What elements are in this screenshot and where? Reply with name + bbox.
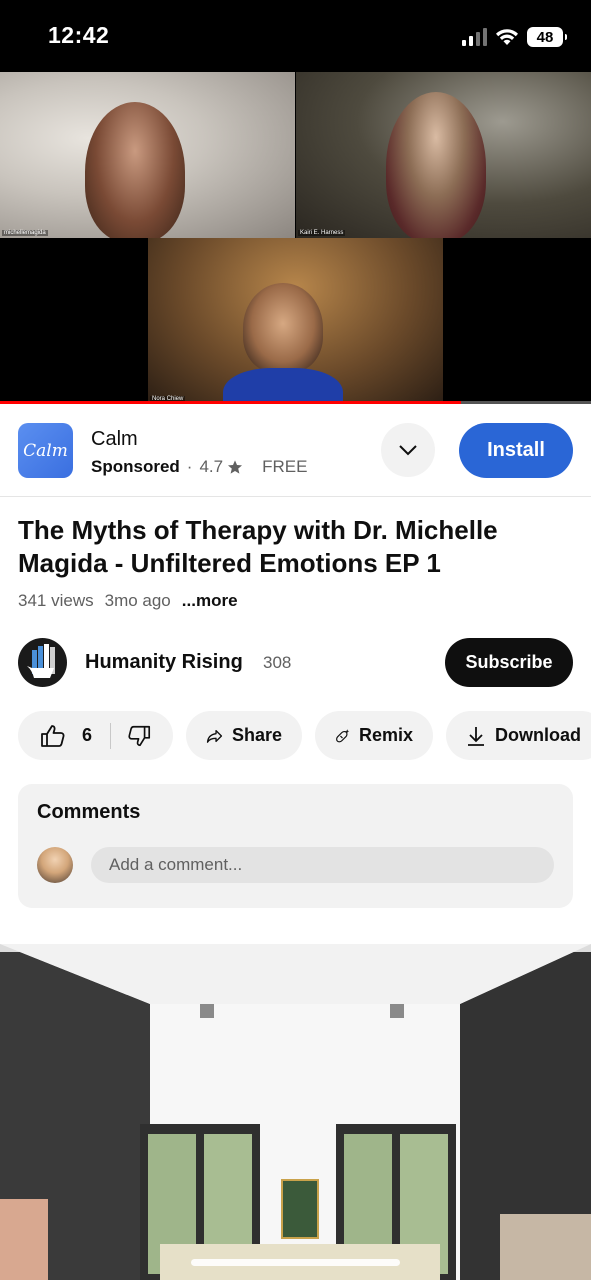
- upload-age: 3mo ago: [104, 591, 171, 610]
- ad-price: FREE: [262, 457, 308, 476]
- status-icons: 48: [462, 25, 567, 49]
- thumbs-up-icon: [41, 724, 65, 747]
- calm-app-logo[interactable]: Calm: [18, 423, 73, 478]
- user-avatar: [37, 847, 73, 883]
- share-button[interactable]: Share: [186, 711, 302, 760]
- thumbs-down-icon[interactable]: [127, 724, 151, 748]
- ad-meta: Sponsored · 4.7 FREE: [91, 457, 307, 477]
- sponsored-label: Sponsored: [91, 457, 180, 476]
- status-bar: 12:42 48: [0, 0, 591, 72]
- share-label: Share: [231, 725, 282, 745]
- video-meta[interactable]: 341 views 3mo ago ...more: [18, 591, 238, 611]
- kitchen-illustration: [0, 944, 591, 1280]
- view-count: 341 views: [18, 591, 94, 610]
- channel-row: Humanity Rising 308 Subscribe: [0, 636, 591, 690]
- separator-dot: ·: [186, 457, 193, 476]
- comments-title: Comments: [37, 801, 141, 823]
- sponsored-ad-card[interactable]: Calm Calm Sponsored · 4.7 FREE Install: [0, 404, 591, 497]
- more-link[interactable]: ...more: [182, 591, 238, 611]
- battery-indicator: 48: [527, 27, 567, 47]
- participant-tile: Kairi E. Harness: [296, 72, 591, 238]
- like-count: 6: [82, 725, 93, 745]
- ad-app-name[interactable]: Calm: [91, 428, 138, 451]
- ad-image[interactable]: [0, 944, 591, 1280]
- chevron-down-icon: [399, 445, 417, 456]
- action-bar: 6 Share Remix Download: [18, 711, 591, 760]
- remix-label: Remix: [358, 725, 413, 745]
- video-title[interactable]: The Myths of Therapy with Dr. Michelle M…: [18, 514, 568, 580]
- cellular-signal-icon: [462, 28, 487, 46]
- channel-avatar[interactable]: [18, 638, 67, 687]
- participant-tile: Nora Chiew: [148, 238, 443, 404]
- battery-level: 48: [536, 28, 554, 46]
- participant-name: Kairi E. Harness: [298, 230, 346, 236]
- remix-icon: [336, 728, 350, 742]
- wifi-icon: [496, 29, 518, 45]
- clock: 12:42: [48, 22, 110, 48]
- home-indicator[interactable]: [191, 1259, 400, 1266]
- remix-button[interactable]: Remix: [315, 711, 433, 760]
- add-comment-input[interactable]: Add a comment...: [91, 847, 554, 883]
- download-label: Download: [495, 725, 581, 745]
- participant-name: michellemagida: [2, 230, 48, 236]
- install-button[interactable]: Install: [459, 423, 573, 478]
- calm-logo-text: Calm: [23, 440, 68, 461]
- comments-section[interactable]: Comments Add a comment...: [18, 784, 573, 908]
- star-icon: [228, 460, 243, 474]
- like-dislike-pill: 6: [18, 711, 173, 760]
- participant-tile: michellemagida: [0, 72, 295, 238]
- video-player[interactable]: michellemagida Kairi E. Harness Nora Chi…: [0, 72, 591, 404]
- channel-name[interactable]: Humanity Rising: [85, 651, 243, 674]
- ad-rating: 4.7: [199, 457, 224, 476]
- share-icon: [206, 729, 223, 743]
- hand-logo-icon: [27, 644, 55, 678]
- expand-ad-button[interactable]: [381, 423, 435, 477]
- like-divider: [110, 722, 111, 749]
- download-button[interactable]: Download: [446, 711, 591, 760]
- like-button[interactable]: 6: [40, 724, 92, 748]
- download-icon: [468, 726, 484, 746]
- subscribe-button[interactable]: Subscribe: [445, 638, 573, 687]
- subscriber-count: 308: [263, 653, 292, 672]
